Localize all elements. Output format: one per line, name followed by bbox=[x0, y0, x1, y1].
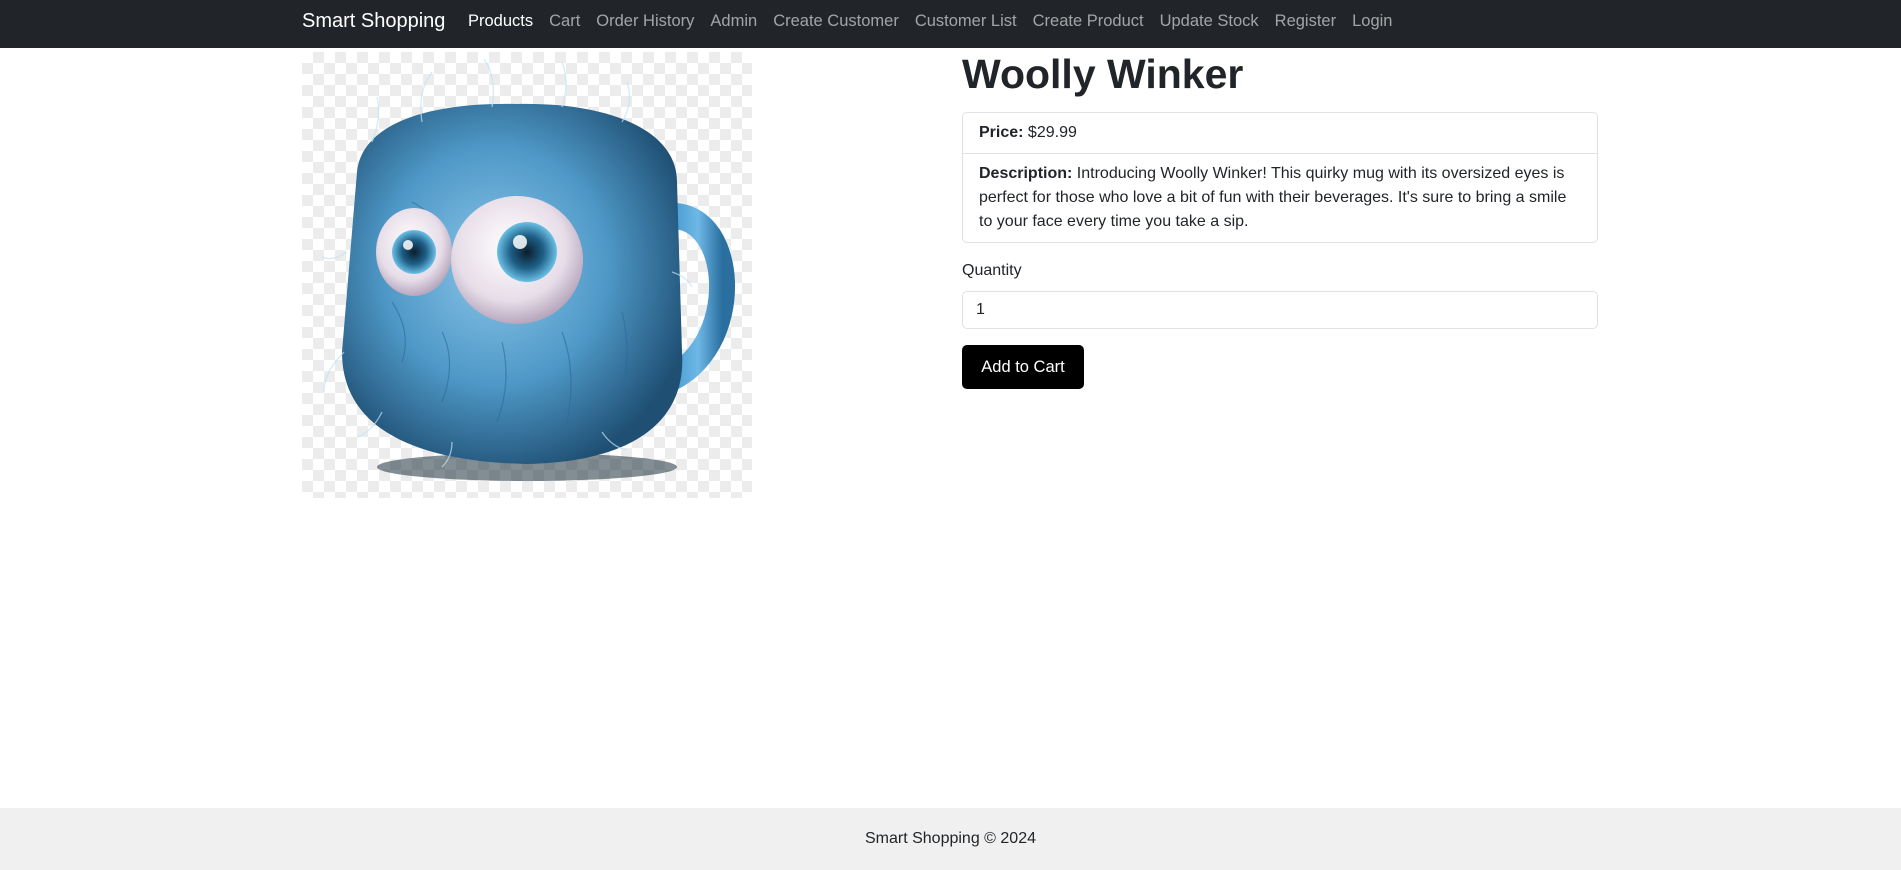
price-value: $29.99 bbox=[1027, 124, 1077, 141]
nav-link-customer-list[interactable]: Customer List bbox=[915, 11, 1017, 31]
nav-link-admin[interactable]: Admin bbox=[710, 11, 757, 31]
footer-text: Smart Shopping © 2024 bbox=[864, 830, 1036, 847]
nav-link-products[interactable]: Products bbox=[468, 11, 533, 31]
page-footer: Smart Shopping © 2024 bbox=[0, 808, 1901, 870]
quantity-label: Quantity bbox=[962, 262, 1022, 279]
nav-link-order-history[interactable]: Order History bbox=[596, 11, 694, 31]
nav-link-create-customer[interactable]: Create Customer bbox=[773, 11, 899, 31]
product-title: Woolly Winker bbox=[962, 51, 1244, 97]
price-label: Price: bbox=[979, 124, 1024, 141]
nav-link-create-product[interactable]: Create Product bbox=[1033, 11, 1144, 31]
nav-link-update-stock[interactable]: Update Stock bbox=[1160, 11, 1259, 31]
nav-link-cart[interactable]: Cart bbox=[549, 11, 580, 31]
nav-links: Products Cart Order History Admin Create… bbox=[468, 11, 1408, 31]
add-to-cart-button[interactable]: Add to Cart bbox=[962, 345, 1084, 389]
description-label: Description: bbox=[979, 165, 1073, 182]
brand-link[interactable]: Smart Shopping bbox=[302, 10, 445, 32]
product-image bbox=[302, 52, 752, 498]
nav-link-register[interactable]: Register bbox=[1275, 11, 1336, 31]
fluffy-mug-icon bbox=[321, 58, 735, 481]
quantity-input[interactable] bbox=[962, 291, 1598, 329]
nav-link-login[interactable]: Login bbox=[1352, 11, 1392, 31]
top-navbar: Smart Shopping Products Cart Order Histo… bbox=[0, 0, 1901, 48]
product-info-list: Price: $29.99 Description: Introducing W… bbox=[962, 112, 1598, 243]
price-row: Price: $29.99 bbox=[963, 113, 1597, 153]
description-row: Description: Introducing Woolly Winker! … bbox=[963, 153, 1597, 242]
